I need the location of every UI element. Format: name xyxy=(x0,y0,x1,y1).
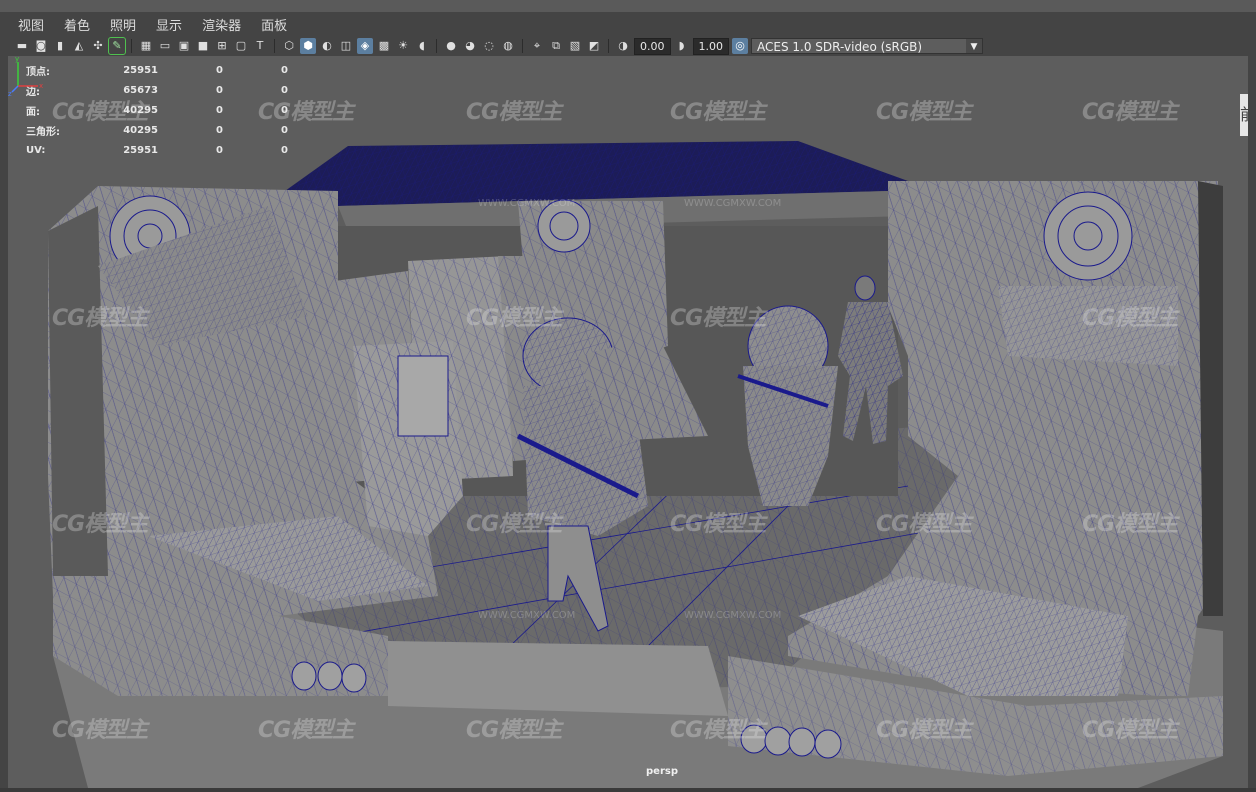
2d-pan-zoom-icon[interactable]: ✣ xyxy=(90,38,106,54)
safe-title-icon[interactable]: T xyxy=(252,38,268,54)
axis-gizmo: y x z xyxy=(8,56,43,96)
color-management-icon[interactable]: ◎ xyxy=(732,38,748,54)
resolution-gate-icon[interactable]: ▣ xyxy=(176,38,192,54)
gamma-icon[interactable]: ◗ xyxy=(674,38,690,54)
window-frame xyxy=(0,0,1256,12)
use-lights-icon[interactable]: ☀ xyxy=(395,38,411,54)
perspective-viewport[interactable]: 顶点: 25951 0 0 边: 65673 0 0 面: 40295 0 0 … xyxy=(8,56,1248,788)
panel-menu-bar: 视图 着色 照明 显示 渲染器 面板 xyxy=(8,12,1248,36)
poly-count-hud: 顶点: 25951 0 0 边: 65673 0 0 面: 40295 0 0 … xyxy=(26,60,288,160)
isolate-select-icon[interactable]: ⌖ xyxy=(529,38,545,54)
screen-space-ao-icon[interactable]: ● xyxy=(443,38,459,54)
hud-row-vertices: 顶点: 25951 0 0 xyxy=(26,64,288,78)
shade-default-icon[interactable]: ◐ xyxy=(319,38,335,54)
gate-mask-icon[interactable]: ■ xyxy=(195,38,211,54)
toolbar-divider xyxy=(608,39,609,53)
menu-lighting[interactable]: 照明 xyxy=(100,15,146,34)
exposure-icon[interactable]: ◑ xyxy=(615,38,631,54)
view-cube-tab[interactable]: 前 xyxy=(1240,94,1248,136)
image-plane-icon[interactable]: ◭ xyxy=(71,38,87,54)
chevron-down-icon: ▼ xyxy=(966,39,982,53)
grid-icon[interactable]: ▦ xyxy=(138,38,154,54)
menu-view[interactable]: 视图 xyxy=(8,15,54,34)
toolbar-divider xyxy=(131,39,132,53)
hud-row-edges: 边: 65673 0 0 xyxy=(26,84,288,98)
camera-select-icon[interactable]: ▬ xyxy=(14,38,30,54)
wireframe-on-shaded-icon[interactable]: ◫ xyxy=(338,38,354,54)
menu-renderer[interactable]: 渲染器 xyxy=(192,15,251,34)
xray-joints-icon[interactable]: ⧉ xyxy=(548,38,564,54)
toolbar-divider xyxy=(274,39,275,53)
film-gate-icon[interactable]: ▭ xyxy=(157,38,173,54)
xray-icon[interactable]: ◈ xyxy=(357,38,373,54)
view-transform-value: ACES 1.0 SDR-video (sRGB) xyxy=(757,40,923,54)
camera-attributes-icon[interactable]: ◙ xyxy=(33,38,49,54)
svg-text:z: z xyxy=(8,90,12,96)
menu-show[interactable]: 显示 xyxy=(146,15,192,34)
smooth-shade-icon[interactable]: ⬢ xyxy=(300,38,316,54)
mech-robot xyxy=(353,341,463,536)
gamma-field[interactable]: 1.00 xyxy=(692,37,729,55)
panel-toolbar: ▬ ◙ ▮ ◭ ✣ ✎ ▦ ▭ ▣ ■ ⊞ ▢ T ⬡ ⬢ ◐ ◫ ◈ ▩ ☀ … xyxy=(8,36,1248,56)
xray-active-icon[interactable]: ▧ xyxy=(567,38,583,54)
shadows-icon[interactable]: ◖ xyxy=(414,38,430,54)
grease-pencil-icon[interactable]: ✎ xyxy=(108,37,126,55)
menu-shading[interactable]: 着色 xyxy=(54,15,100,34)
exposure-field[interactable]: 0.00 xyxy=(634,37,671,55)
safe-action-icon[interactable]: ▢ xyxy=(233,38,249,54)
motion-blur-icon[interactable]: ◕ xyxy=(462,38,478,54)
field-chart-icon[interactable]: ⊞ xyxy=(214,38,230,54)
svg-text:y: y xyxy=(15,56,19,63)
camera-name-label: persp xyxy=(646,766,678,777)
scene-wireframe xyxy=(48,141,1223,788)
hud-row-faces: 面: 40295 0 0 xyxy=(26,104,288,118)
wireframe-icon[interactable]: ⬡ xyxy=(281,38,297,54)
xray-components-icon[interactable]: ◩ xyxy=(586,38,602,54)
bookmark-icon[interactable]: ▮ xyxy=(52,38,68,54)
toolbar-divider xyxy=(436,39,437,53)
svg-text:x: x xyxy=(39,82,43,90)
hud-row-uvs: UV: 25951 0 0 xyxy=(26,144,288,156)
toolbar-divider xyxy=(522,39,523,53)
checker-texture-icon[interactable]: ▩ xyxy=(376,38,392,54)
menu-panels[interactable]: 面板 xyxy=(251,15,297,34)
anti-aliasing-icon[interactable]: ◌ xyxy=(481,38,497,54)
view-transform-dropdown[interactable]: ACES 1.0 SDR-video (sRGB) ▼ xyxy=(751,38,983,54)
window-frame-bottom xyxy=(0,788,1256,792)
depth-of-field-icon[interactable]: ◍ xyxy=(500,38,516,54)
hud-row-triangles: 三角形: 40295 0 0 xyxy=(26,124,288,138)
